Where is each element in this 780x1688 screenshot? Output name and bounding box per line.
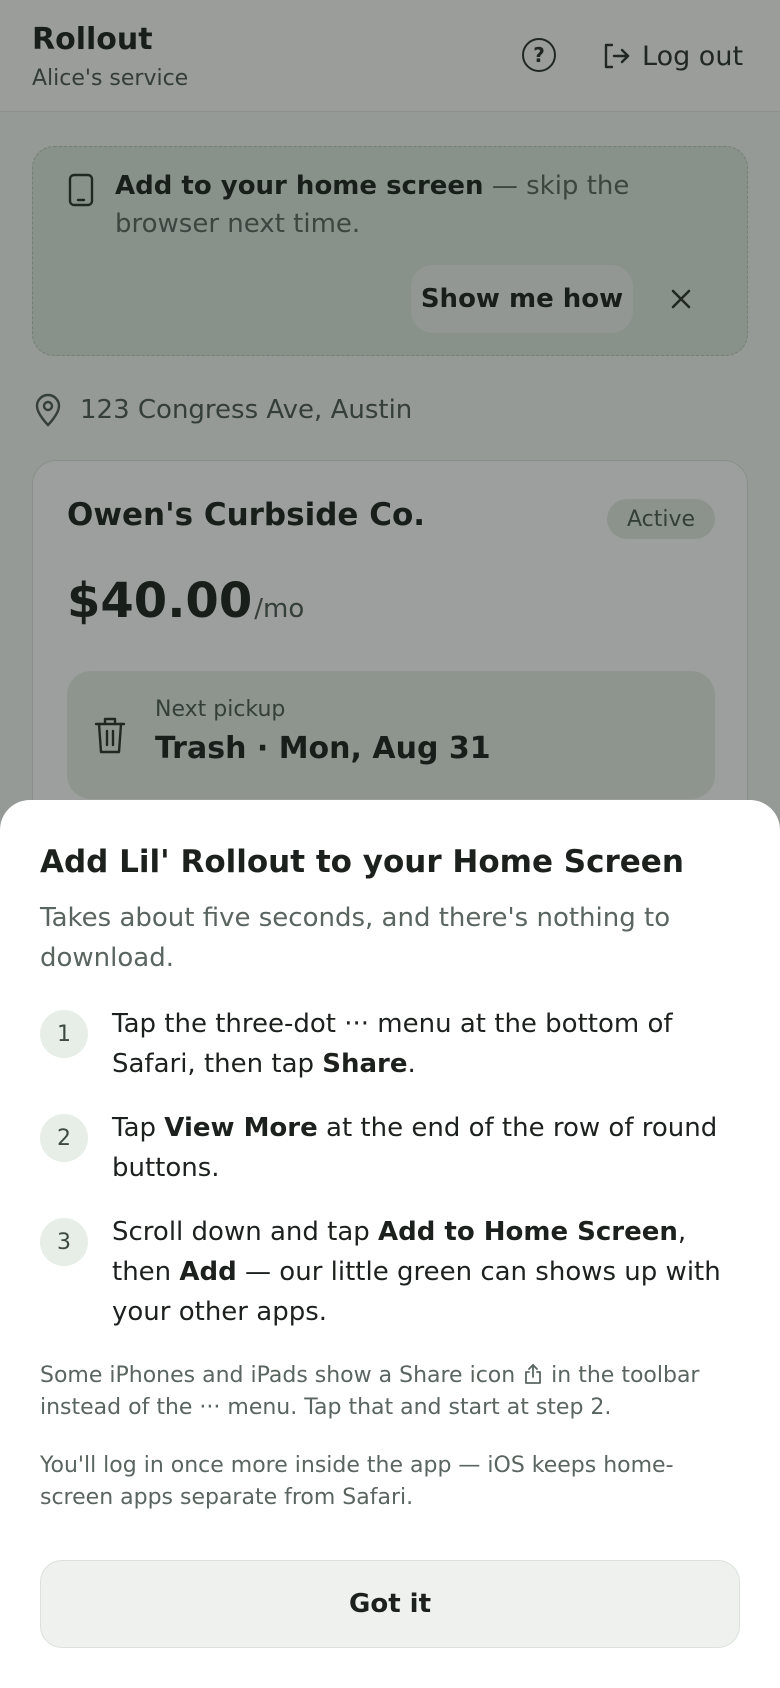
- sheet-title: Add Lil' Rollout to your Home Screen: [40, 844, 684, 880]
- step-1-text-b: .: [407, 1049, 416, 1079]
- step-number-3: 3: [40, 1218, 88, 1266]
- step-text-3: Scroll down and tap Add to Home Screen, …: [112, 1212, 742, 1332]
- sheet-subtitle: Takes about five seconds, and there's no…: [40, 903, 671, 973]
- login-note: You'll log in once more inside the app —…: [40, 1453, 674, 1510]
- step-number-1: 1: [40, 1010, 88, 1058]
- step-text-2: Tap View More at the end of the row of r…: [112, 1108, 742, 1188]
- step-3-bold-b: Add: [179, 1257, 237, 1287]
- step-3-text-a: Scroll down and tap: [112, 1217, 379, 1247]
- install-instructions-sheet: Add Lil' Rollout to your Home Screen Tak…: [0, 800, 780, 1688]
- step-1-bold-a: Share: [322, 1049, 408, 1079]
- share-icon-note: Some iPhones and iPads show a Share icon…: [40, 1360, 740, 1424]
- step-2-bold-a: View More: [164, 1113, 318, 1143]
- step-3-bold-a: Add to Home Screen: [378, 1217, 678, 1247]
- step-text-1: Tap the three-dot ··· menu at the bottom…: [112, 1004, 742, 1084]
- got-it-button[interactable]: Got it: [40, 1560, 740, 1648]
- share-icon: [525, 1364, 542, 1384]
- step-number-2: 2: [40, 1114, 88, 1162]
- step-2-text-a: Tap: [112, 1113, 165, 1143]
- app-page: Rollout Alice's service ? Log out Add to…: [0, 0, 780, 1688]
- note-1-text-a: Some iPhones and iPads show a Share icon: [40, 1363, 523, 1388]
